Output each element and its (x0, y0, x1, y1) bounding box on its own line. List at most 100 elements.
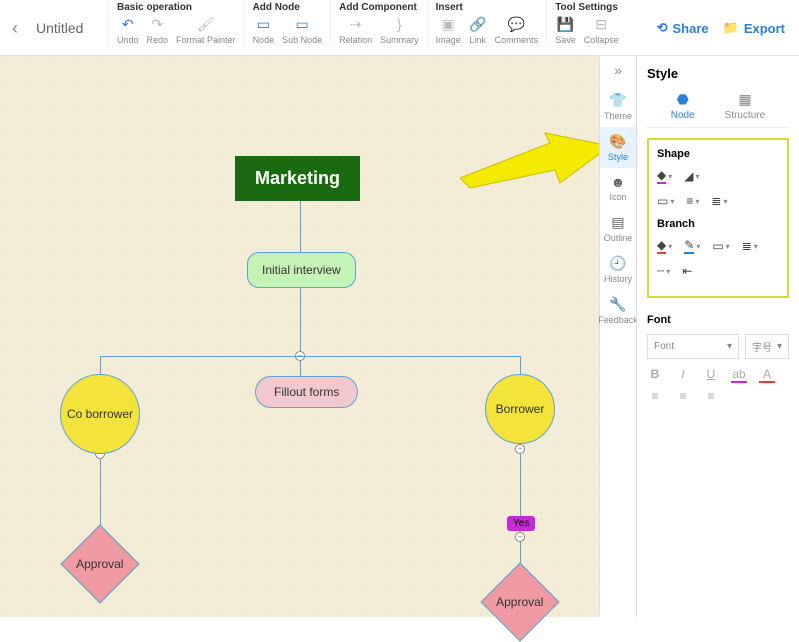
relation-button[interactable]: ⇢Relation (339, 15, 372, 45)
node-icon: ⬣ (677, 91, 689, 108)
save-icon: 💾 (556, 15, 574, 33)
node-initial-interview[interactable]: Initial interview (247, 252, 356, 288)
link-icon: 🔗 (469, 15, 487, 33)
node-approval-2[interactable]: Approval (480, 562, 559, 641)
toolbar-group-label: Tool Settings (555, 2, 619, 13)
highlighted-section: Shape ◆▾ ◢▾ ▭▾ ≡▾ ≣▾ Branch ◆▾ ✎▾ ▭▾ ≣▾ … (647, 138, 789, 298)
sidebar-style-button[interactable]: 🎨Style (600, 127, 637, 168)
panel-collapse-button[interactable]: » (614, 62, 622, 86)
link-button[interactable]: 🔗Link (469, 15, 487, 45)
shape-line-style-button[interactable]: ≡▾ (686, 194, 699, 208)
collapse-handle[interactable]: − (515, 532, 525, 542)
export-icon: 📁 (723, 20, 739, 36)
connector (100, 356, 101, 376)
document-title[interactable]: Untitled (30, 0, 108, 56)
undo-button[interactable]: ↶Undo (117, 15, 139, 45)
underline-button[interactable]: U (703, 367, 719, 383)
shape-shadow-button[interactable]: ◢▾ (684, 168, 699, 184)
structure-icon: ▦ (738, 91, 751, 108)
node-yes[interactable]: Yes (507, 516, 535, 531)
comments-button[interactable]: 💬Comments (495, 15, 539, 45)
back-button[interactable]: ‹ (0, 0, 30, 56)
branch-stroke-button[interactable]: ✎▾ (684, 238, 700, 254)
sidebar-icon-button[interactable]: ☻Icon (600, 168, 637, 208)
shape-fill-button[interactable]: ◆▾ (657, 168, 672, 184)
branch-weight-button[interactable]: ≣▾ (742, 238, 758, 254)
panel-tabs: ⬣Node ▦Structure (647, 91, 789, 128)
branch-arrow-button[interactable]: ⇤ (682, 264, 692, 278)
font-label: Font (647, 314, 789, 326)
comments-icon: 💬 (507, 15, 525, 33)
shape-border-button[interactable]: ▭▾ (657, 194, 674, 208)
style-icon: 🎨 (609, 133, 626, 150)
image-icon: ▣ (439, 15, 457, 33)
history-icon: 🕘 (609, 255, 626, 272)
collapse-handle[interactable]: − (515, 444, 525, 454)
italic-button[interactable]: I (675, 367, 691, 383)
style-panel: Style ⬣Node ▦Structure Shape ◆▾ ◢▾ ▭▾ ≡▾ … (636, 56, 799, 617)
collapse-icon: ⊟ (592, 15, 610, 33)
connector (100, 451, 101, 536)
sidebar-history-button[interactable]: 🕘History (600, 249, 637, 290)
icon-icon: ☻ (611, 174, 626, 190)
connector (300, 196, 301, 252)
summary-button[interactable]: }Summary (380, 15, 419, 45)
redo-button[interactable]: ↷Redo (147, 15, 169, 45)
connector (520, 446, 521, 516)
top-toolbar: ‹ Untitled Basic operation ↶Undo ↷Redo 🖌For… (0, 0, 799, 56)
collapse-button[interactable]: ⊟Collapse (584, 15, 619, 45)
font-color-button[interactable]: A (759, 367, 775, 383)
branch-dash-button[interactable]: ┄▾ (657, 264, 670, 278)
shape-label: Shape (657, 148, 779, 160)
toolbar-group-label: Add Node (253, 2, 323, 13)
annotation-arrow (460, 128, 610, 188)
share-button[interactable]: ⟲Share (657, 20, 709, 36)
theme-icon: 👕 (609, 92, 626, 109)
tab-node[interactable]: ⬣Node (671, 91, 695, 121)
sidebar-feedback-button[interactable]: 🔧Feedback (600, 290, 637, 331)
node-button[interactable]: ▭Node (253, 15, 275, 45)
sidebar-theme-button[interactable]: 👕Theme (600, 86, 637, 127)
tab-structure[interactable]: ▦Structure (725, 91, 766, 121)
sub-node-button[interactable]: ▭Sub Node (282, 15, 322, 45)
outline-icon: ▤ (611, 214, 624, 231)
right-toolbar: » 👕Theme🎨Style☻Icon▤Outline🕘History🔧Feed… (599, 56, 636, 617)
highlight-button[interactable]: ab (731, 367, 747, 383)
node-fillout-forms[interactable]: Fillout forms (255, 376, 358, 408)
align-right-button[interactable]: ≡ (703, 389, 719, 403)
feedback-icon: 🔧 (609, 296, 626, 313)
undo-icon: ↶ (119, 15, 137, 33)
relation-icon: ⇢ (347, 15, 365, 33)
format-painter-icon: 🖌 (197, 15, 215, 33)
canvas[interactable]: − − − − Marketing Initial interview Fill… (0, 56, 599, 617)
font-size-select[interactable]: 字号▾ (745, 334, 789, 359)
connector (100, 356, 520, 357)
save-button[interactable]: 💾Save (555, 15, 576, 45)
align-center-button[interactable]: ≡ (675, 389, 691, 403)
node-co-borrower[interactable]: Co borrower (60, 374, 140, 454)
export-button[interactable]: 📁Export (723, 20, 785, 36)
toolbar-group-label: Insert (436, 2, 539, 13)
align-left-button[interactable]: ≡ (647, 389, 663, 403)
branch-border-button[interactable]: ▭▾ (712, 238, 729, 254)
node-icon: ▭ (254, 15, 272, 33)
shape-line-weight-button[interactable]: ≣▾ (711, 194, 727, 208)
toolbar-group-label: Add Component (339, 2, 419, 13)
toolbar-group-label: Basic operation (117, 2, 236, 13)
node-borrower[interactable]: Borrower (485, 374, 555, 444)
image-button[interactable]: ▣Image (436, 15, 461, 45)
node-approval-1[interactable]: Approval (60, 524, 139, 603)
panel-title: Style (647, 66, 789, 81)
redo-icon: ↷ (148, 15, 166, 33)
branch-fill-button[interactable]: ◆▾ (657, 238, 672, 254)
connector (520, 356, 521, 376)
node-root[interactable]: Marketing (235, 156, 360, 201)
bold-button[interactable]: B (647, 367, 663, 383)
sidebar-outline-button[interactable]: ▤Outline (600, 208, 637, 249)
format-painter-button[interactable]: 🖌Format Painter (176, 15, 236, 45)
share-icon: ⟲ (657, 20, 668, 36)
sub-node-icon: ▭ (293, 15, 311, 33)
font-family-select[interactable]: Font▾ (647, 334, 739, 359)
summary-icon: } (390, 15, 408, 33)
connector (300, 288, 301, 376)
